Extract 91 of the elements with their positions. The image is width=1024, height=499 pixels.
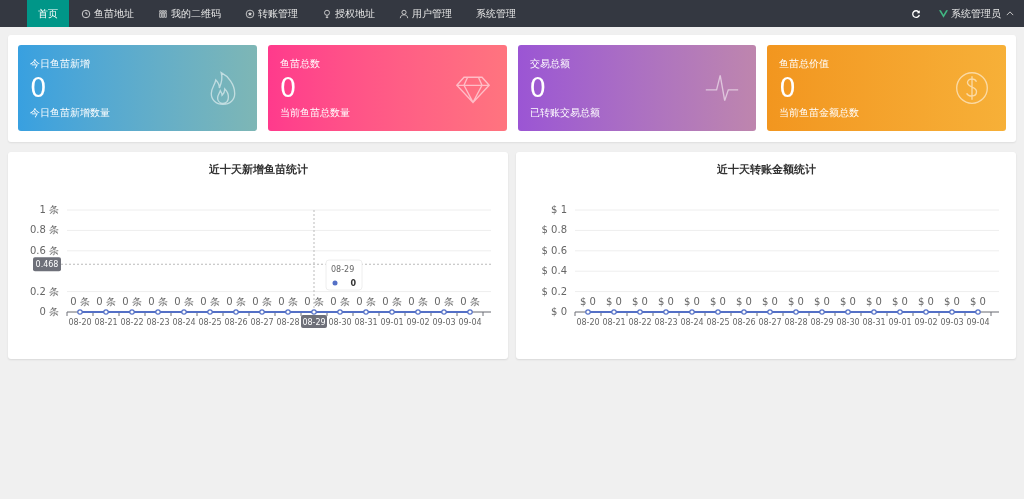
x-tick-label: 08-21: [94, 318, 118, 327]
data-label: $ 0: [918, 296, 934, 307]
data-label: $ 0: [762, 296, 778, 307]
x-tick-label: 08-24: [172, 318, 196, 327]
x-tick-label: 08-23: [654, 318, 678, 327]
y-tick-label: 1 条: [39, 204, 59, 215]
data-label: $ 0: [736, 296, 752, 307]
stat-value: 0: [779, 71, 797, 104]
x-tick-label: 09-01: [888, 318, 912, 327]
x-tick-label: 08-28: [276, 318, 300, 327]
y-tick-label: 0.6 条: [29, 244, 59, 256]
y-tick-label: $ 1: [551, 204, 567, 215]
data-label: $ 0: [892, 296, 908, 307]
x-tick-label: 08-25: [706, 318, 730, 327]
x-tick-label: 08-20: [68, 318, 92, 327]
data-label: $ 0: [814, 296, 830, 307]
data-label: $ 0: [710, 296, 726, 307]
stat-caption: 今日鱼苗新增数量: [30, 105, 110, 120]
stat-value: 0: [279, 71, 298, 104]
stat-value: 0: [30, 71, 48, 104]
x-tick-label: 08-27: [250, 318, 274, 327]
chart-tooltip: 08-29 0: [325, 259, 363, 291]
x-tick-label: 08-31: [354, 318, 378, 327]
data-label: 0 条: [382, 296, 402, 307]
stat-caption: 已转账交易总额: [529, 105, 600, 120]
stat-title: 交易总额: [529, 56, 571, 71]
data-label: $ 0: [606, 296, 622, 307]
x-tick-label: 08-30: [328, 318, 352, 327]
data-label: 0 条: [226, 296, 246, 307]
data-label: 0 条: [70, 296, 90, 307]
data-label: 0 条: [252, 296, 272, 307]
data-label: 0 条: [304, 296, 324, 307]
chart-title: 近十天新增鱼苗统计: [208, 162, 308, 177]
data-label: 0 条: [122, 296, 142, 307]
x-tick-label: 08-22: [120, 318, 144, 327]
x-tick-label: 08-25: [198, 318, 222, 327]
y-tick-label: 0 条: [39, 306, 59, 317]
x-tick-label: 08-29: [301, 315, 327, 328]
data-label: 0 条: [460, 296, 480, 307]
y-tick-label: $ 0.8: [541, 224, 567, 236]
x-tick-label: 09-03: [940, 318, 964, 327]
y-tick-label: 0.2 条: [29, 285, 59, 297]
data-label: $ 0: [658, 296, 674, 307]
x-tick-label: 08-27: [758, 318, 782, 327]
data-label: $ 0: [632, 296, 648, 307]
y-tick-label: $ 0.2: [541, 285, 567, 297]
x-tick-label: 09-04: [458, 318, 482, 327]
axis-pointer-label: 0.468: [33, 257, 61, 272]
data-label: 0 条: [356, 296, 376, 307]
x-tick-label: 08-29: [810, 318, 834, 327]
data-label: 0 条: [200, 296, 220, 307]
data-label: 0 条: [96, 296, 116, 307]
data-label: 0 条: [278, 296, 298, 307]
stat-title: 今日鱼苗新增: [30, 56, 91, 71]
y-tick-label: 0.8 条: [29, 224, 59, 236]
stat-caption: 当前鱼苗总数量: [279, 105, 350, 120]
x-tick-label: 08-22: [628, 318, 652, 327]
chart-title: 近十天转账金额统计: [716, 162, 816, 177]
x-tick-label: 08-26: [732, 318, 756, 327]
x-tick-label: 09-03: [432, 318, 456, 327]
stat-caption: 当前鱼苗金额总数: [779, 105, 860, 120]
x-tick-label: 08-23: [146, 318, 170, 327]
x-tick-label: 08-24: [680, 318, 704, 327]
data-label: 0 条: [148, 296, 168, 307]
data-label: 0 条: [408, 296, 428, 307]
stat-value: 0: [529, 71, 548, 104]
x-tick-label: 09-01: [380, 318, 404, 327]
x-tick-label: 08-20: [576, 318, 600, 327]
stat-title: 鱼苗总数: [279, 56, 321, 71]
stat-title: 鱼苗总价值: [779, 56, 831, 71]
data-label: $ 0: [788, 296, 804, 307]
x-tick-label: 09-02: [914, 318, 938, 327]
data-label: $ 0: [866, 296, 882, 307]
data-label: $ 0: [580, 296, 596, 307]
x-tick-label: 09-04: [966, 318, 990, 327]
y-tick-label: $ 0.4: [541, 265, 567, 277]
x-tick-label: 08-31: [862, 318, 886, 327]
x-tick-label: 08-26: [224, 318, 248, 327]
x-tick-label: 09-02: [406, 318, 430, 327]
data-label: 0 条: [330, 296, 350, 307]
data-label: $ 0: [840, 296, 856, 307]
data-label: $ 0: [944, 296, 960, 307]
data-label: $ 0: [684, 296, 700, 307]
data-label: $ 0: [970, 296, 986, 307]
data-label: 0 条: [434, 296, 454, 307]
data-label: 0 条: [174, 296, 194, 307]
x-tick-label: 08-21: [602, 318, 626, 327]
x-tick-label: 08-30: [836, 318, 860, 327]
y-tick-label: $ 0.6: [541, 244, 567, 256]
x-tick-label: 08-28: [784, 318, 808, 327]
y-tick-label: $ 0: [551, 306, 567, 317]
